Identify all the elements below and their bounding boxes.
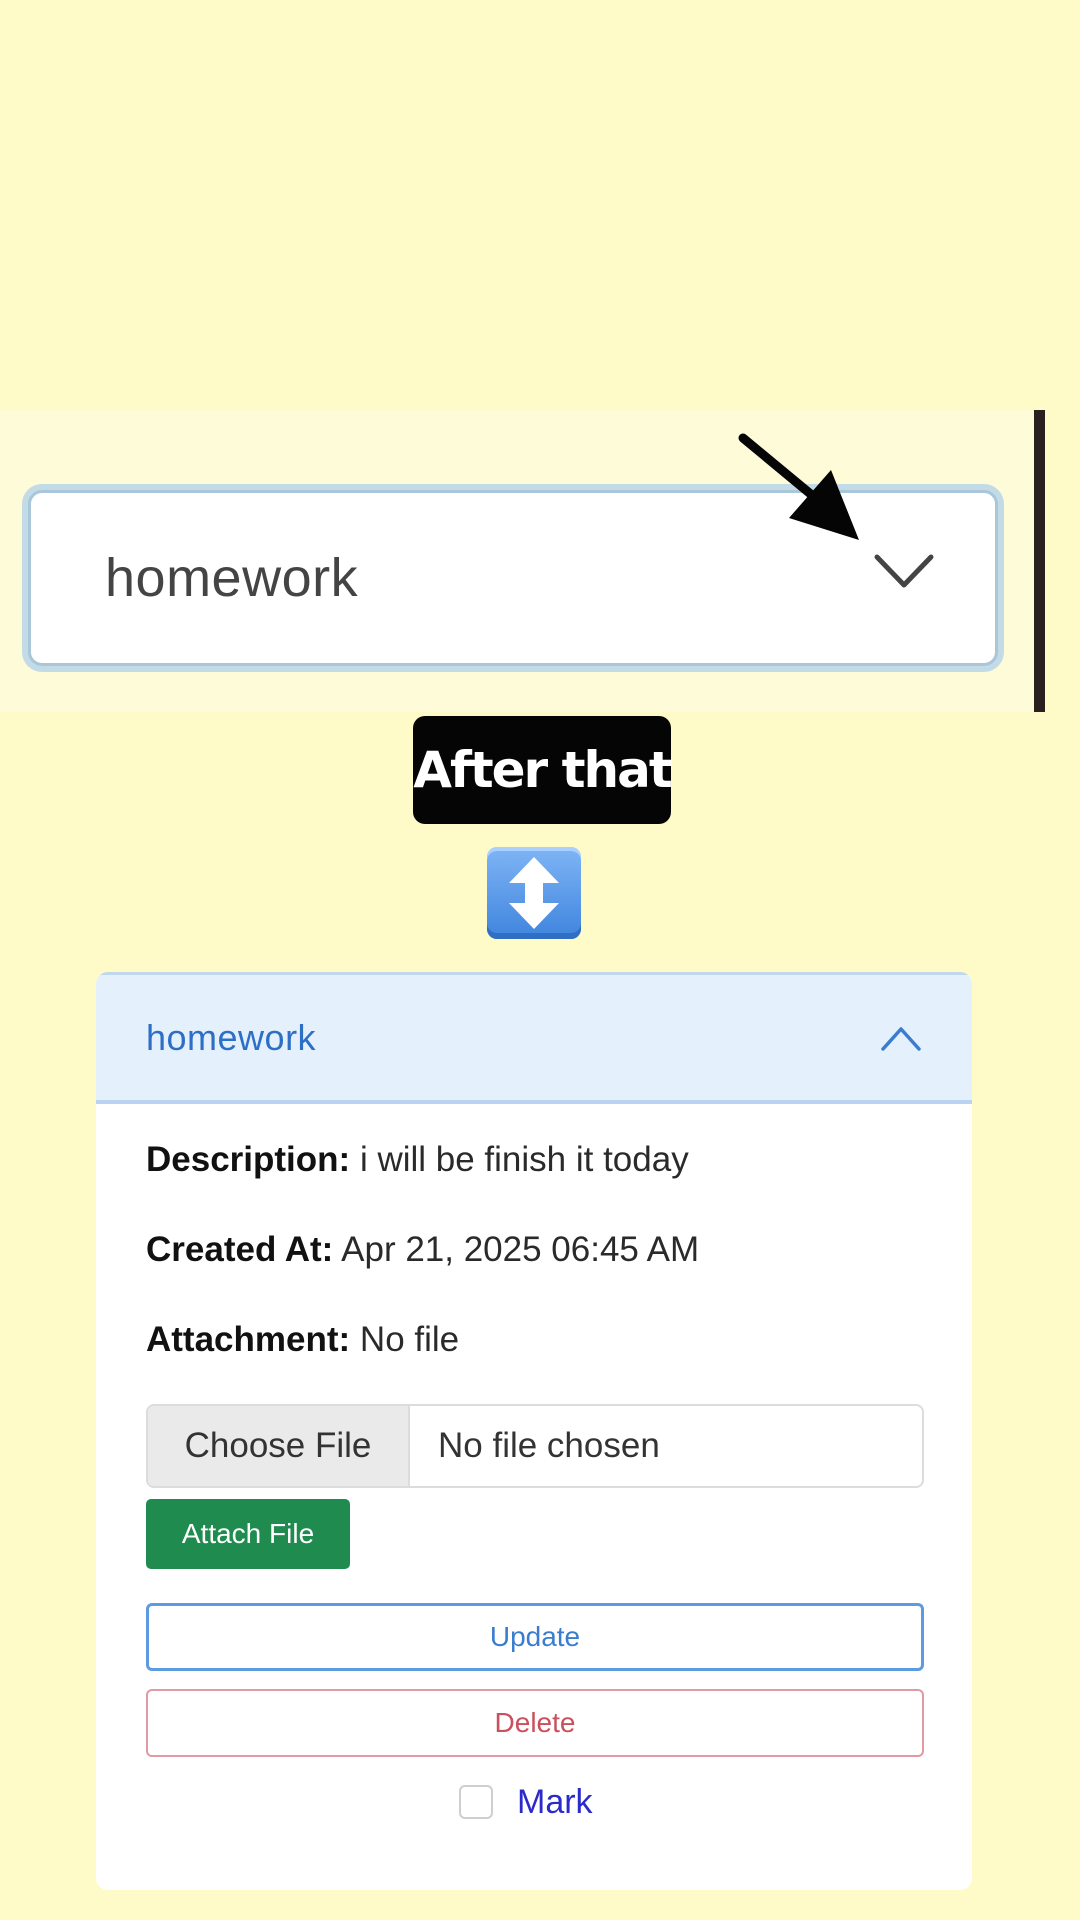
- attachment-value: No file: [359, 1320, 460, 1359]
- description-label: Description:: [146, 1140, 351, 1179]
- chevron-up-icon[interactable]: [879, 1023, 923, 1053]
- mark-row: Mark: [459, 1782, 593, 1822]
- created-at-row: Created At: Apr 21, 2025 06:45 AM: [146, 1230, 699, 1270]
- select-value: homework: [105, 548, 359, 608]
- accordion-header[interactable]: homework: [96, 972, 972, 1104]
- cursor-bar: [1034, 410, 1045, 712]
- mark-label[interactable]: Mark: [517, 1783, 593, 1822]
- choose-file-button[interactable]: Choose File: [148, 1406, 410, 1486]
- mark-checkbox[interactable]: [459, 1785, 493, 1819]
- attachment-row: Attachment: No file: [146, 1320, 459, 1360]
- accordion-title: homework: [146, 1016, 317, 1058]
- after-that-label: After that: [413, 716, 673, 824]
- description-row: Description: i will be finish it today: [146, 1140, 689, 1180]
- file-status-text: No file chosen: [438, 1426, 660, 1465]
- accordion-card: homework Description: i will be finish i…: [96, 972, 972, 1890]
- pointer-arrow-icon: [738, 433, 859, 540]
- created-at-value: Apr 21, 2025 06:45 AM: [341, 1230, 700, 1269]
- attach-file-button[interactable]: Attach File: [146, 1499, 350, 1569]
- update-button[interactable]: Update: [146, 1603, 924, 1671]
- created-at-label: Created At:: [146, 1230, 334, 1269]
- up-down-arrow-icon: [487, 847, 581, 939]
- attachment-label: Attachment:: [146, 1320, 351, 1359]
- file-input[interactable]: Choose File No file chosen: [146, 1404, 924, 1488]
- delete-button[interactable]: Delete: [146, 1689, 924, 1757]
- chevron-down-icon[interactable]: [869, 545, 939, 595]
- description-value: i will be finish it today: [359, 1140, 689, 1179]
